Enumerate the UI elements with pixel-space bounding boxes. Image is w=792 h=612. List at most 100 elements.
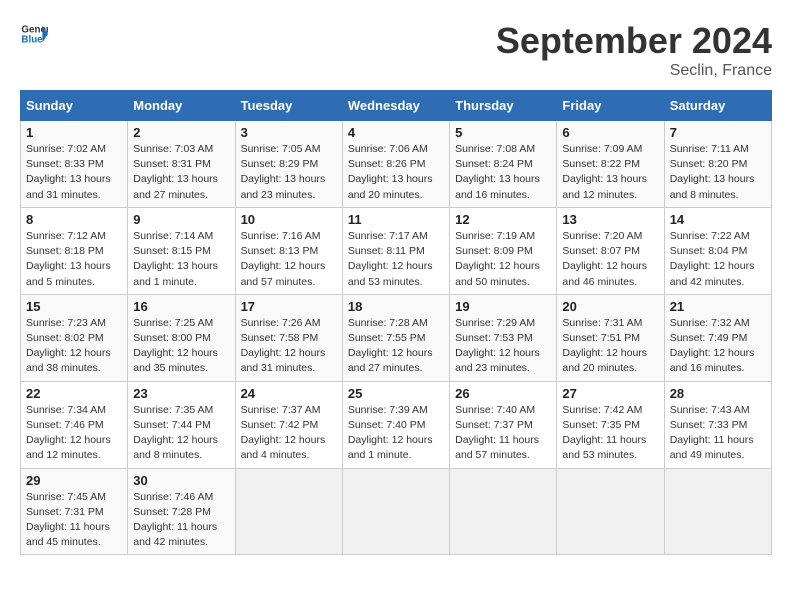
day-cell: 19 Sunrise: 7:29 AM Sunset: 7:53 PM Dayli… [450,294,557,381]
day-info: Sunrise: 7:46 AM Sunset: 7:28 PM Dayligh… [133,490,229,551]
header-cell-tuesday: Tuesday [235,91,342,121]
day-cell: 1Sunrise: 7:02 AM Sunset: 8:33 PM Daylig… [21,121,128,208]
day-number: 30 [133,473,229,488]
week-row-4: 22 Sunrise: 7:34 AM Sunset: 7:46 PM Dayli… [21,381,772,468]
day-info: Sunrise: 7:25 AM Sunset: 8:00 PM Dayligh… [133,316,229,377]
day-number: 17 [241,299,337,314]
day-info: Sunrise: 7:40 AM Sunset: 7:37 PM Dayligh… [455,403,551,464]
day-number: 11 [348,212,444,227]
day-cell: 29 Sunrise: 7:45 AM Sunset: 7:31 PM Dayli… [21,468,128,555]
day-cell: 9Sunrise: 7:14 AM Sunset: 8:15 PM Daylig… [128,207,235,294]
week-row-2: 8 Sunrise: 7:12 AM Sunset: 8:18 PM Daylig… [21,207,772,294]
day-cell: 27 Sunrise: 7:42 AM Sunset: 7:35 PM Dayli… [557,381,664,468]
title-area: September 2024 Seclin, France [496,20,772,80]
day-number: 10 [241,212,337,227]
day-info: Sunrise: 7:31 AM Sunset: 7:51 PM Dayligh… [562,316,658,377]
logo: General Blue [20,20,52,48]
day-cell: 18Sunrise: 7:28 AM Sunset: 7:55 PM Dayli… [342,294,449,381]
day-cell: 20 Sunrise: 7:31 AM Sunset: 7:51 PM Dayli… [557,294,664,381]
day-cell [557,468,664,555]
day-cell: 10 Sunrise: 7:16 AM Sunset: 8:13 PM Dayli… [235,207,342,294]
day-number: 2 [133,125,229,140]
day-number: 19 [455,299,551,314]
day-number: 20 [562,299,658,314]
day-number: 22 [26,386,122,401]
day-cell: 2 Sunrise: 7:03 AM Sunset: 8:31 PM Daylig… [128,121,235,208]
calendar-body: 1Sunrise: 7:02 AM Sunset: 8:33 PM Daylig… [21,121,772,555]
calendar-header: SundayMondayTuesdayWednesdayThursdayFrid… [21,91,772,121]
header-cell-friday: Friday [557,91,664,121]
day-info: Sunrise: 7:28 AM Sunset: 7:55 PM Dayligh… [348,316,444,377]
header-cell-wednesday: Wednesday [342,91,449,121]
week-row-1: 1Sunrise: 7:02 AM Sunset: 8:33 PM Daylig… [21,121,772,208]
day-number: 25 [348,386,444,401]
day-cell: 26 Sunrise: 7:40 AM Sunset: 7:37 PM Dayli… [450,381,557,468]
day-cell: 12Sunrise: 7:19 AM Sunset: 8:09 PM Dayli… [450,207,557,294]
day-cell: 16Sunrise: 7:25 AM Sunset: 8:00 PM Dayli… [128,294,235,381]
day-cell: 3 Sunrise: 7:05 AM Sunset: 8:29 PM Daylig… [235,121,342,208]
day-number: 9 [133,212,229,227]
day-number: 29 [26,473,122,488]
header-cell-saturday: Saturday [664,91,771,121]
day-number: 23 [133,386,229,401]
day-cell: 30 Sunrise: 7:46 AM Sunset: 7:28 PM Dayli… [128,468,235,555]
day-cell: 17 Sunrise: 7:26 AM Sunset: 7:58 PM Dayli… [235,294,342,381]
day-cell: 24 Sunrise: 7:37 AM Sunset: 7:42 PM Dayli… [235,381,342,468]
day-info: Sunrise: 7:37 AM Sunset: 7:42 PM Dayligh… [241,403,337,464]
header-cell-monday: Monday [128,91,235,121]
day-info: Sunrise: 7:03 AM Sunset: 8:31 PM Dayligh… [133,142,229,203]
day-info: Sunrise: 7:09 AM Sunset: 8:22 PM Dayligh… [562,142,658,203]
day-cell: 13Sunrise: 7:20 AM Sunset: 8:07 PM Dayli… [557,207,664,294]
day-number: 14 [670,212,766,227]
day-info: Sunrise: 7:39 AM Sunset: 7:40 PM Dayligh… [348,403,444,464]
day-number: 6 [562,125,658,140]
day-info: Sunrise: 7:11 AM Sunset: 8:20 PM Dayligh… [670,142,766,203]
day-cell [664,468,771,555]
day-info: Sunrise: 7:12 AM Sunset: 8:18 PM Dayligh… [26,229,122,290]
day-info: Sunrise: 7:34 AM Sunset: 7:46 PM Dayligh… [26,403,122,464]
day-number: 8 [26,212,122,227]
day-cell [342,468,449,555]
day-cell [450,468,557,555]
day-info: Sunrise: 7:45 AM Sunset: 7:31 PM Dayligh… [26,490,122,551]
day-cell: 21Sunrise: 7:32 AM Sunset: 7:49 PM Dayli… [664,294,771,381]
day-info: Sunrise: 7:26 AM Sunset: 7:58 PM Dayligh… [241,316,337,377]
calendar-table: SundayMondayTuesdayWednesdayThursdayFrid… [20,90,772,555]
header-cell-sunday: Sunday [21,91,128,121]
day-number: 3 [241,125,337,140]
day-cell [235,468,342,555]
day-number: 27 [562,386,658,401]
day-info: Sunrise: 7:05 AM Sunset: 8:29 PM Dayligh… [241,142,337,203]
header: General Blue September 2024 Seclin, Fran… [20,20,772,80]
day-cell: 4Sunrise: 7:06 AM Sunset: 8:26 PM Daylig… [342,121,449,208]
svg-text:Blue: Blue [21,34,43,45]
week-row-5: 29 Sunrise: 7:45 AM Sunset: 7:31 PM Dayli… [21,468,772,555]
day-info: Sunrise: 7:42 AM Sunset: 7:35 PM Dayligh… [562,403,658,464]
week-row-3: 15Sunrise: 7:23 AM Sunset: 8:02 PM Dayli… [21,294,772,381]
day-number: 26 [455,386,551,401]
day-cell: 14Sunrise: 7:22 AM Sunset: 8:04 PM Dayli… [664,207,771,294]
day-number: 13 [562,212,658,227]
day-cell: 11 Sunrise: 7:17 AM Sunset: 8:11 PM Dayli… [342,207,449,294]
day-info: Sunrise: 7:16 AM Sunset: 8:13 PM Dayligh… [241,229,337,290]
day-info: Sunrise: 7:35 AM Sunset: 7:44 PM Dayligh… [133,403,229,464]
logo-icon: General Blue [20,20,48,48]
day-cell: 25 Sunrise: 7:39 AM Sunset: 7:40 PM Dayli… [342,381,449,468]
day-info: Sunrise: 7:08 AM Sunset: 8:24 PM Dayligh… [455,142,551,203]
day-info: Sunrise: 7:29 AM Sunset: 7:53 PM Dayligh… [455,316,551,377]
day-number: 7 [670,125,766,140]
day-info: Sunrise: 7:17 AM Sunset: 8:11 PM Dayligh… [348,229,444,290]
day-info: Sunrise: 7:02 AM Sunset: 8:33 PM Dayligh… [26,142,122,203]
day-info: Sunrise: 7:23 AM Sunset: 8:02 PM Dayligh… [26,316,122,377]
day-cell: 15Sunrise: 7:23 AM Sunset: 8:02 PM Dayli… [21,294,128,381]
day-number: 28 [670,386,766,401]
day-cell: 28 Sunrise: 7:43 AM Sunset: 7:33 PM Dayli… [664,381,771,468]
day-number: 24 [241,386,337,401]
day-info: Sunrise: 7:32 AM Sunset: 7:49 PM Dayligh… [670,316,766,377]
day-number: 12 [455,212,551,227]
day-cell: 22 Sunrise: 7:34 AM Sunset: 7:46 PM Dayli… [21,381,128,468]
day-info: Sunrise: 7:43 AM Sunset: 7:33 PM Dayligh… [670,403,766,464]
day-cell: 8 Sunrise: 7:12 AM Sunset: 8:18 PM Daylig… [21,207,128,294]
day-cell: 5Sunrise: 7:08 AM Sunset: 8:24 PM Daylig… [450,121,557,208]
day-cell: 6 Sunrise: 7:09 AM Sunset: 8:22 PM Daylig… [557,121,664,208]
